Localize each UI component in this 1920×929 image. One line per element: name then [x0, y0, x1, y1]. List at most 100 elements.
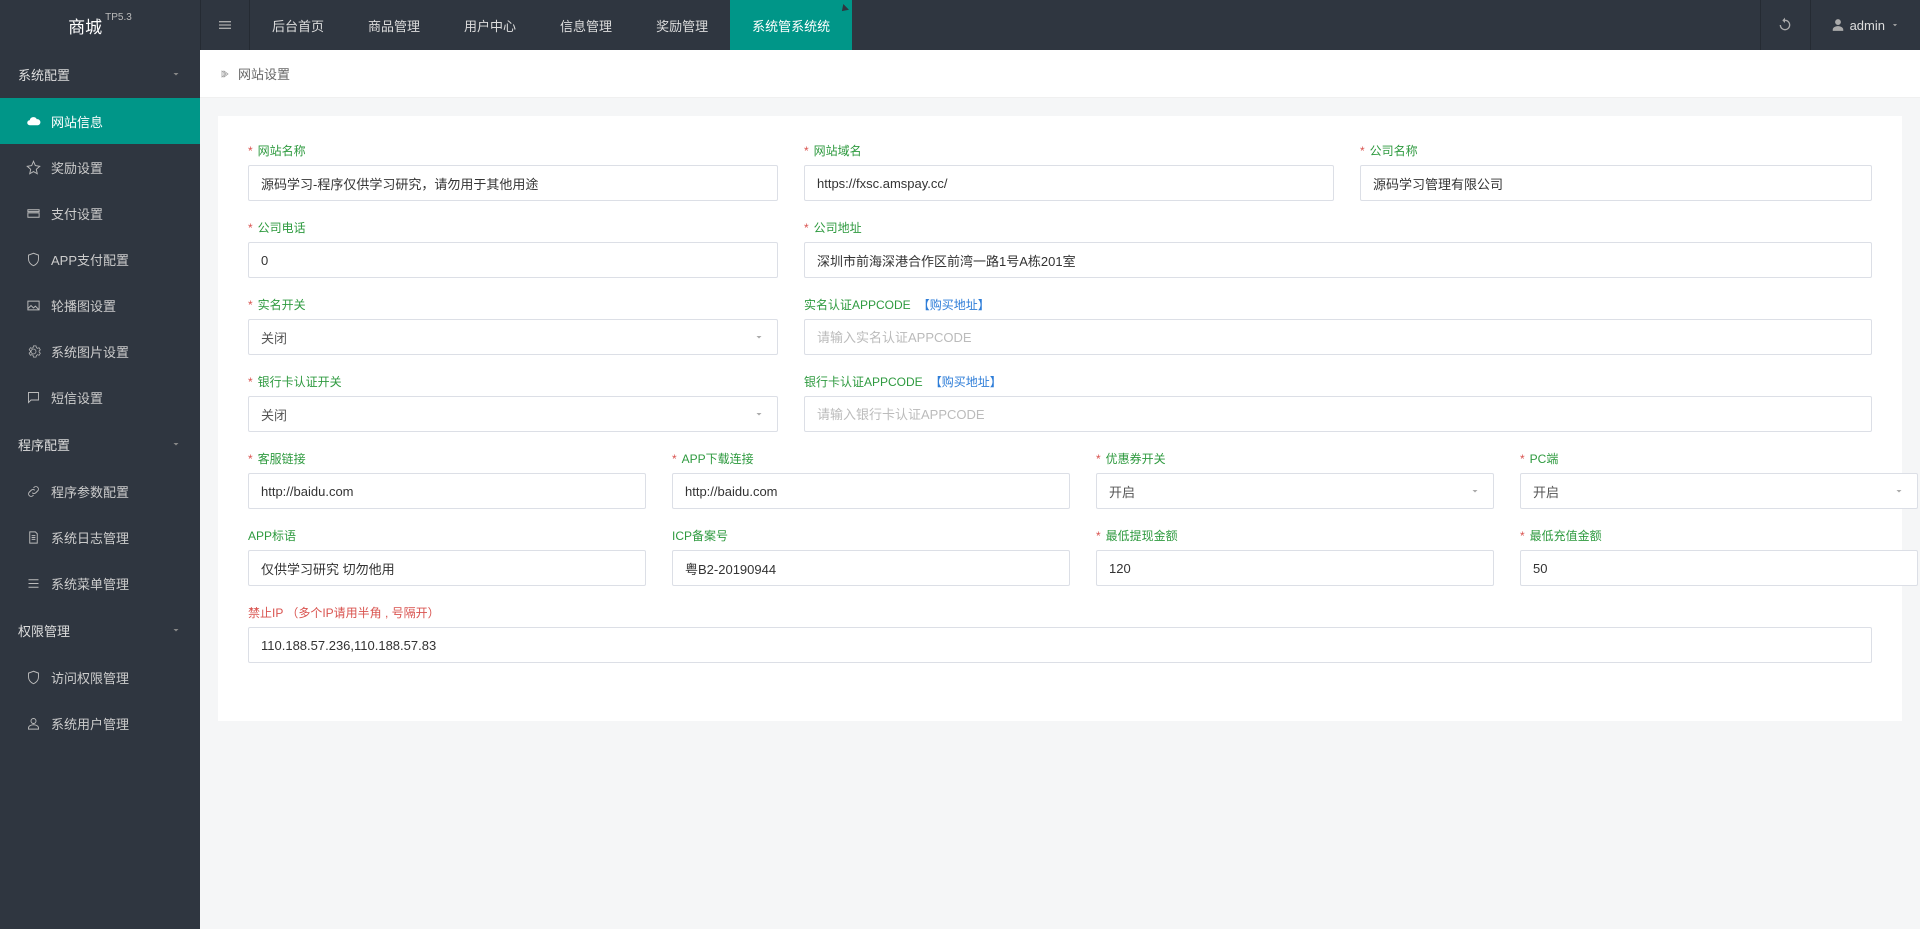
- chevron-down-icon: [753, 331, 765, 343]
- sidebar-item-label: 奖励设置: [51, 158, 103, 177]
- coupon-switch-select[interactable]: 开启: [1096, 473, 1494, 509]
- chevron-down-icon: [1469, 485, 1481, 497]
- min-recharge-input[interactable]: [1520, 550, 1918, 586]
- field-kf-link: * 客服链接: [248, 450, 646, 509]
- link-icon: [26, 484, 41, 499]
- sidebar-toggle-button[interactable]: [200, 0, 250, 50]
- field-label: 最低充值金额: [1530, 527, 1602, 544]
- bankcard-appcode-buy-link[interactable]: 【购买地址】: [930, 373, 1002, 390]
- field-realname-switch: * 实名开关 关闭: [248, 296, 778, 355]
- min-withdraw-input[interactable]: [1096, 550, 1494, 586]
- field-label: 最低提现金额: [1106, 527, 1178, 544]
- user-menu[interactable]: admin: [1810, 0, 1920, 50]
- required-mark: *: [248, 452, 253, 466]
- field-label: 实名开关: [258, 296, 306, 313]
- sidebar-item-carousel-settings[interactable]: 轮播图设置: [0, 282, 200, 328]
- field-label: 公司电话: [258, 219, 306, 236]
- person-icon: [26, 716, 41, 731]
- chevron-down-icon: [1890, 20, 1900, 30]
- field-hint: （多个IP请用半角 , 号隔开）: [286, 604, 439, 621]
- site-domain-input[interactable]: [804, 165, 1334, 201]
- sidebar-item-sms-settings[interactable]: 短信设置: [0, 374, 200, 420]
- sidebar-item-system-users[interactable]: 系统用户管理: [0, 700, 200, 746]
- field-company-name: *公司名称: [1360, 142, 1872, 201]
- sidebar-item-access-permission[interactable]: 访问权限管理: [0, 654, 200, 700]
- sidebar-item-label: 网站信息: [51, 112, 103, 131]
- required-mark: *: [1360, 144, 1365, 158]
- required-mark: *: [248, 298, 253, 312]
- field-site-domain: *网站域名: [804, 142, 1334, 201]
- chevron-right-icon: [220, 68, 232, 80]
- topnav-system[interactable]: 系统管系统统: [730, 0, 852, 50]
- sidebar-item-pay-settings[interactable]: 支付设置: [0, 190, 200, 236]
- required-mark: *: [804, 221, 809, 235]
- topnav-info[interactable]: 信息管理: [538, 0, 634, 50]
- company-addr-input[interactable]: [804, 242, 1872, 278]
- topnav-reward[interactable]: 奖励管理: [634, 0, 730, 50]
- refresh-button[interactable]: [1760, 0, 1810, 50]
- company-phone-input[interactable]: [248, 242, 778, 278]
- sidebar-item-label: 系统图片设置: [51, 342, 129, 361]
- bankcard-switch-select[interactable]: 关闭: [248, 396, 778, 432]
- pc-switch-select[interactable]: 开启: [1520, 473, 1918, 509]
- realname-switch-select[interactable]: 关闭: [248, 319, 778, 355]
- brand-version: TP5.3: [105, 12, 132, 23]
- topbar: 商城TP5.3 后台首页 商品管理 用户中心 信息管理 奖励管理 系统管系统统 …: [0, 0, 1920, 50]
- star-icon: [26, 160, 41, 175]
- sidebar-cat-permission[interactable]: 权限管理: [0, 606, 200, 654]
- field-min-recharge: * 最低充值金额: [1520, 527, 1918, 586]
- topnav-goods[interactable]: 商品管理: [346, 0, 442, 50]
- realname-appcode-input[interactable]: [804, 319, 1872, 355]
- bankcard-appcode-input[interactable]: [804, 396, 1872, 432]
- chevron-down-icon: [753, 408, 765, 420]
- shield-icon: [26, 670, 41, 685]
- sidebar-item-system-image-settings[interactable]: 系统图片设置: [0, 328, 200, 374]
- topnav-home[interactable]: 后台首页: [250, 0, 346, 50]
- required-mark: *: [1520, 529, 1525, 543]
- sidebar-item-program-params[interactable]: 程序参数配置: [0, 468, 200, 514]
- field-label: 网站名称: [258, 142, 306, 159]
- brand: 商城TP5.3: [0, 13, 200, 38]
- realname-appcode-buy-link[interactable]: 【购买地址】: [918, 296, 990, 313]
- sidebar-cat-program-config[interactable]: 程序配置: [0, 420, 200, 468]
- sidebar-item-reward-settings[interactable]: 奖励设置: [0, 144, 200, 190]
- sidebar-cat-label: 系统配置: [18, 65, 70, 84]
- message-icon: [26, 390, 41, 405]
- kf-link-input[interactable]: [248, 473, 646, 509]
- company-name-input[interactable]: [1360, 165, 1872, 201]
- sidebar-item-app-pay-config[interactable]: APP支付配置: [0, 236, 200, 282]
- field-label: 银行卡认证APPCODE: [804, 373, 923, 390]
- field-pc-switch: *PC端 开启: [1520, 450, 1918, 509]
- field-label: 客服链接: [258, 450, 306, 467]
- sidebar-item-system-logs[interactable]: 系统日志管理: [0, 514, 200, 560]
- app-download-input[interactable]: [672, 473, 1070, 509]
- workspace: *网站名称 *网站域名 *公司名称: [200, 98, 1920, 929]
- sidebar-cat-label: 程序配置: [18, 435, 70, 454]
- refresh-icon: [1777, 17, 1793, 33]
- field-site-name: *网站名称: [248, 142, 778, 201]
- sidebar-cat-system-config[interactable]: 系统配置: [0, 50, 200, 98]
- sidebar-item-label: 短信设置: [51, 388, 103, 407]
- ban-ip-input[interactable]: [248, 627, 1872, 663]
- sidebar-item-label: 程序参数配置: [51, 482, 129, 501]
- user-name: admin: [1850, 18, 1885, 33]
- hamburger-icon: [217, 17, 233, 33]
- sidebar-item-label: 轮播图设置: [51, 296, 116, 315]
- field-company-addr: * 公司地址: [804, 219, 1872, 278]
- chevron-down-icon: [1893, 485, 1905, 497]
- site-name-input[interactable]: [248, 165, 778, 201]
- sidebar-item-system-menu[interactable]: 系统菜单管理: [0, 560, 200, 606]
- app-slogan-input[interactable]: [248, 550, 646, 586]
- field-ban-ip: 禁止IP（多个IP请用半角 , 号隔开）: [248, 604, 1872, 663]
- icp-input[interactable]: [672, 550, 1070, 586]
- required-mark: *: [672, 452, 677, 466]
- breadcrumb: 网站设置: [200, 50, 1920, 98]
- content: 网站设置 *网站名称 *网站域名: [200, 50, 1920, 929]
- select-value: 关闭: [261, 328, 287, 347]
- field-company-phone: * 公司电话: [248, 219, 778, 278]
- sidebar-item-site-info[interactable]: 网站信息: [0, 98, 200, 144]
- topnav-users[interactable]: 用户中心: [442, 0, 538, 50]
- field-realname-appcode: 实名认证APPCODE【购买地址】: [804, 296, 1872, 355]
- field-label: 公司地址: [814, 219, 862, 236]
- required-mark: *: [248, 221, 253, 235]
